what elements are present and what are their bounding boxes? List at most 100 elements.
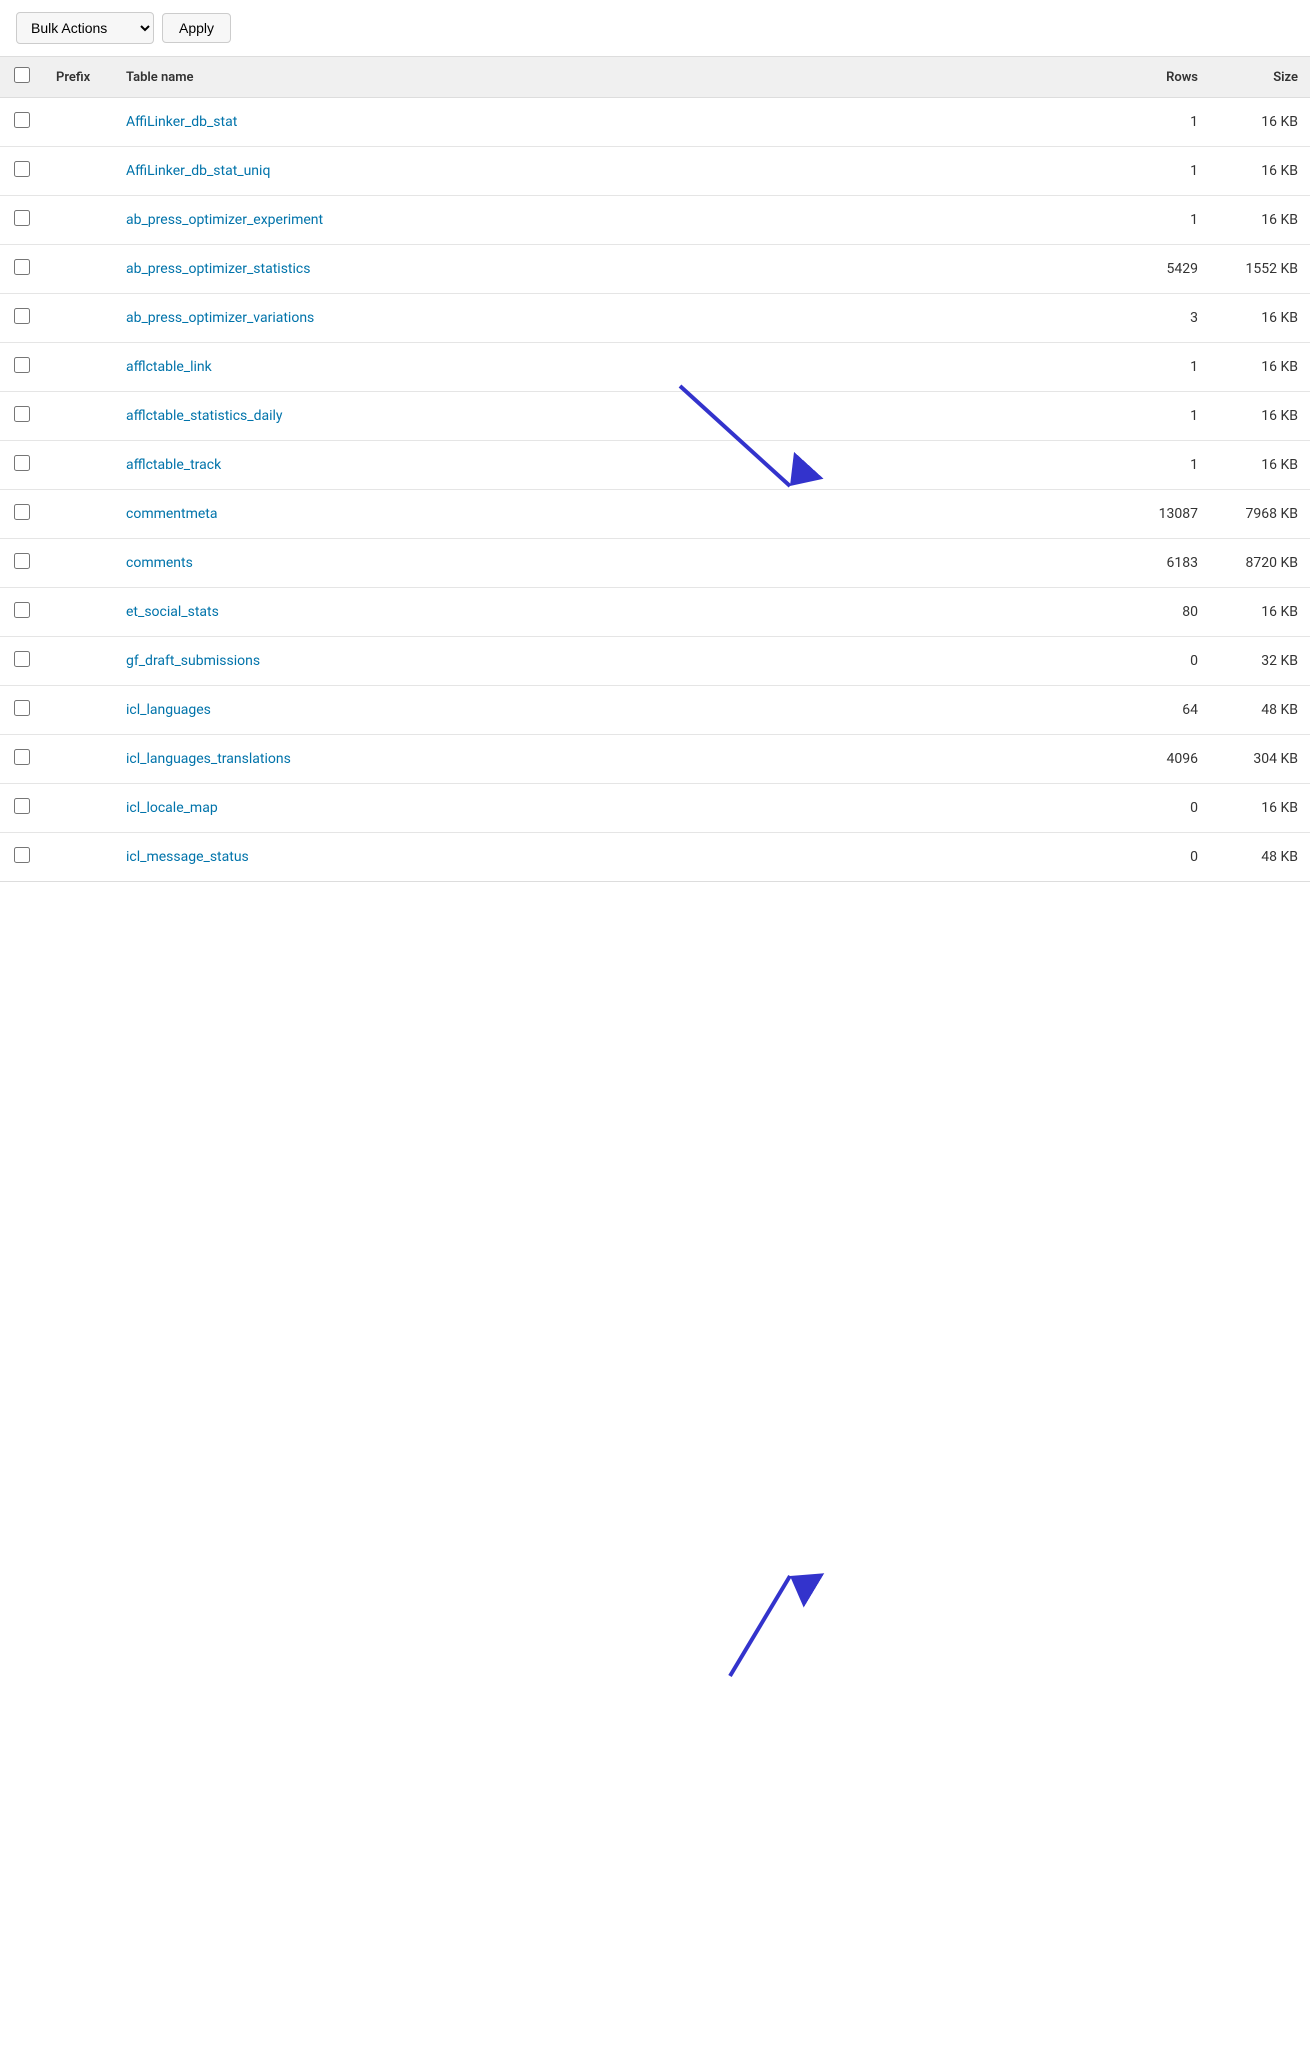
row-checkbox[interactable] — [14, 798, 30, 814]
row-checkbox-cell — [0, 735, 44, 784]
row-checkbox-cell — [0, 637, 44, 686]
row-size: 48 KB — [1210, 833, 1310, 882]
table-row: icl_locale_map 0 16 KB — [0, 784, 1310, 833]
select-all-checkbox[interactable] — [14, 67, 30, 83]
row-prefix — [44, 490, 114, 539]
row-table-name[interactable]: commentmeta — [114, 490, 1120, 539]
row-table-name[interactable]: icl_locale_map — [114, 784, 1120, 833]
row-checkbox[interactable] — [14, 455, 30, 471]
row-prefix — [44, 343, 114, 392]
row-size: 48 KB — [1210, 686, 1310, 735]
row-prefix — [44, 196, 114, 245]
row-table-name[interactable]: icl_languages — [114, 686, 1120, 735]
header-table-name: Table name — [114, 57, 1120, 98]
row-rows: 1 — [1120, 147, 1210, 196]
row-size: 16 KB — [1210, 343, 1310, 392]
row-checkbox-cell — [0, 245, 44, 294]
row-size: 16 KB — [1210, 588, 1310, 637]
header-size: Size — [1210, 57, 1310, 98]
table-row: et_social_stats 80 16 KB — [0, 588, 1310, 637]
row-prefix — [44, 98, 114, 147]
row-table-name[interactable]: ab_press_optimizer_experiment — [114, 196, 1120, 245]
row-rows: 0 — [1120, 833, 1210, 882]
row-size: 8720 KB — [1210, 539, 1310, 588]
row-checkbox[interactable] — [14, 553, 30, 569]
row-checkbox[interactable] — [14, 308, 30, 324]
row-table-name[interactable]: afflctable_statistics_daily — [114, 392, 1120, 441]
row-table-name[interactable]: AffiLinker_db_stat_uniq — [114, 147, 1120, 196]
row-size: 16 KB — [1210, 196, 1310, 245]
table-row: AffiLinker_db_stat 1 16 KB — [0, 98, 1310, 147]
table-row: ab_press_optimizer_experiment 1 16 KB — [0, 196, 1310, 245]
row-size: 16 KB — [1210, 784, 1310, 833]
row-checkbox[interactable] — [14, 749, 30, 765]
row-table-name[interactable]: icl_message_status — [114, 833, 1120, 882]
row-size: 32 KB — [1210, 637, 1310, 686]
header-check — [0, 57, 44, 98]
row-rows: 0 — [1120, 637, 1210, 686]
row-prefix — [44, 392, 114, 441]
table-row: AffiLinker_db_stat_uniq 1 16 KB — [0, 147, 1310, 196]
database-table: Prefix Table name Rows Size AffiLinker_d… — [0, 56, 1310, 882]
row-checkbox[interactable] — [14, 700, 30, 716]
row-checkbox[interactable] — [14, 210, 30, 226]
row-prefix — [44, 637, 114, 686]
row-prefix — [44, 245, 114, 294]
row-prefix — [44, 539, 114, 588]
row-prefix — [44, 147, 114, 196]
row-checkbox-cell — [0, 490, 44, 539]
row-checkbox[interactable] — [14, 259, 30, 275]
table-row: afflctable_link 1 16 KB — [0, 343, 1310, 392]
table-row: afflctable_track 1 16 KB — [0, 441, 1310, 490]
row-checkbox-cell — [0, 343, 44, 392]
row-table-name[interactable]: ab_press_optimizer_statistics — [114, 245, 1120, 294]
row-checkbox[interactable] — [14, 602, 30, 618]
row-checkbox[interactable] — [14, 504, 30, 520]
row-rows: 1 — [1120, 196, 1210, 245]
row-rows: 80 — [1120, 588, 1210, 637]
row-checkbox-cell — [0, 147, 44, 196]
row-table-name[interactable]: icl_languages_translations — [114, 735, 1120, 784]
row-checkbox[interactable] — [14, 651, 30, 667]
row-table-name[interactable]: et_social_stats — [114, 588, 1120, 637]
table-row: commentmeta 13087 7968 KB — [0, 490, 1310, 539]
table-row: icl_languages 64 48 KB — [0, 686, 1310, 735]
row-checkbox-cell — [0, 588, 44, 637]
table-body: AffiLinker_db_stat 1 16 KB AffiLinker_db… — [0, 98, 1310, 882]
row-table-name[interactable]: ab_press_optimizer_variations — [114, 294, 1120, 343]
row-checkbox[interactable] — [14, 112, 30, 128]
header-prefix: Prefix — [44, 57, 114, 98]
row-rows: 5429 — [1120, 245, 1210, 294]
row-checkbox-cell — [0, 686, 44, 735]
row-size: 304 KB — [1210, 735, 1310, 784]
row-table-name[interactable]: AffiLinker_db_stat — [114, 98, 1120, 147]
row-size: 16 KB — [1210, 441, 1310, 490]
row-rows: 0 — [1120, 784, 1210, 833]
row-size: 16 KB — [1210, 392, 1310, 441]
row-checkbox[interactable] — [14, 357, 30, 373]
row-checkbox[interactable] — [14, 847, 30, 863]
row-size: 1552 KB — [1210, 245, 1310, 294]
row-checkbox[interactable] — [14, 406, 30, 422]
row-prefix — [44, 735, 114, 784]
row-prefix — [44, 441, 114, 490]
row-prefix — [44, 784, 114, 833]
apply-button[interactable]: Apply — [162, 13, 231, 43]
row-checkbox-cell — [0, 294, 44, 343]
row-prefix — [44, 686, 114, 735]
toolbar: Bulk Actions Apply — [0, 0, 1310, 56]
row-size: 16 KB — [1210, 98, 1310, 147]
row-rows: 1 — [1120, 98, 1210, 147]
row-table-name[interactable]: afflctable_link — [114, 343, 1120, 392]
row-rows: 1 — [1120, 441, 1210, 490]
row-size: 16 KB — [1210, 147, 1310, 196]
row-rows: 13087 — [1120, 490, 1210, 539]
bulk-actions-select[interactable]: Bulk Actions — [16, 12, 154, 44]
row-checkbox-cell — [0, 833, 44, 882]
row-prefix — [44, 833, 114, 882]
row-table-name[interactable]: comments — [114, 539, 1120, 588]
row-table-name[interactable]: afflctable_track — [114, 441, 1120, 490]
row-rows: 64 — [1120, 686, 1210, 735]
row-checkbox[interactable] — [14, 161, 30, 177]
row-table-name[interactable]: gf_draft_submissions — [114, 637, 1120, 686]
